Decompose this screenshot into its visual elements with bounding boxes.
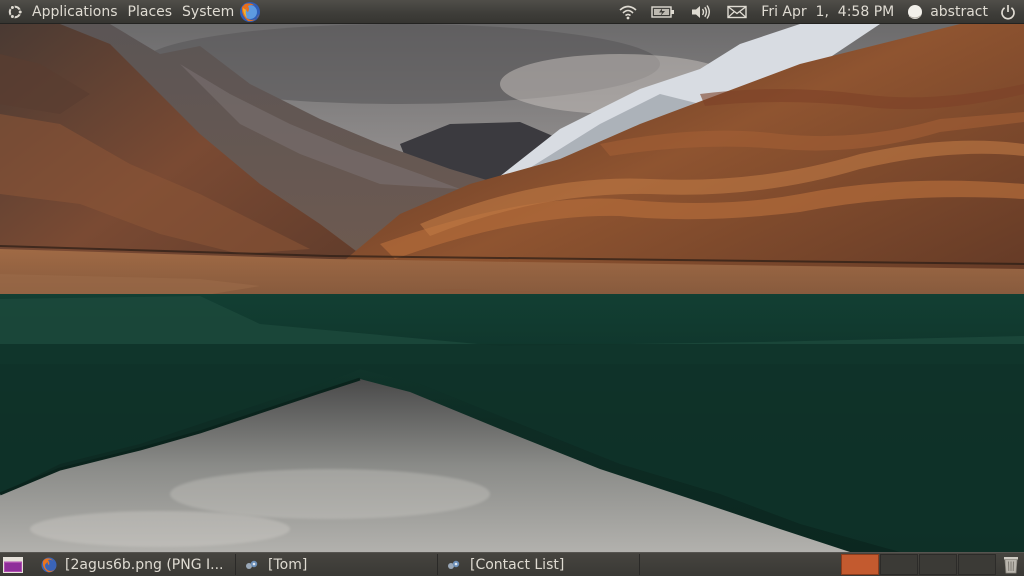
workspace-4[interactable] bbox=[958, 554, 996, 575]
messaging-indicator[interactable] bbox=[719, 0, 755, 24]
show-desktop-icon bbox=[3, 556, 23, 573]
applications-menu[interactable]: Applications bbox=[27, 0, 123, 24]
taskbar-item-contact-list[interactable]: [Contact List] bbox=[438, 554, 640, 575]
mail-icon bbox=[727, 5, 747, 19]
firefox-icon bbox=[41, 557, 57, 572]
show-desktop-button[interactable] bbox=[2, 554, 24, 575]
session-menu[interactable] bbox=[994, 0, 1024, 24]
clock[interactable]: Fri Apr 1, 4:58 PM bbox=[755, 0, 900, 24]
system-menu[interactable]: System bbox=[177, 0, 239, 24]
user-name: abstract bbox=[930, 4, 988, 20]
workspace-3[interactable] bbox=[919, 554, 957, 575]
bottom-panel: [2agus6b.png (PNG I... [Tom] [Contact Li… bbox=[0, 552, 1024, 576]
firefox-icon bbox=[240, 1, 261, 22]
wifi-icon bbox=[619, 5, 637, 20]
firefox-launcher[interactable] bbox=[239, 0, 261, 24]
workspace-2[interactable] bbox=[880, 554, 918, 575]
battery-icon bbox=[651, 6, 675, 18]
wallpaper-image bbox=[0, 24, 1024, 552]
main-menu: Applications Places System bbox=[0, 0, 261, 24]
wifi-indicator[interactable] bbox=[619, 0, 643, 24]
trash-button[interactable] bbox=[1000, 554, 1022, 575]
taskbar-item-label: [2agus6b.png (PNG I... bbox=[65, 556, 224, 573]
places-menu[interactable]: Places bbox=[123, 0, 178, 24]
workspace-1[interactable] bbox=[841, 554, 879, 575]
volume-icon bbox=[692, 5, 711, 19]
trash-icon bbox=[1004, 557, 1018, 574]
user-status-icon bbox=[908, 5, 923, 19]
ubuntu-logo-icon[interactable] bbox=[3, 0, 27, 24]
taskbar-item-tom[interactable]: [Tom] bbox=[236, 554, 438, 575]
taskbar-item-label: [Tom] bbox=[268, 556, 308, 573]
chat-icon bbox=[448, 560, 460, 569]
battery-indicator[interactable] bbox=[643, 0, 683, 24]
user-menu[interactable]: abstract bbox=[900, 0, 994, 24]
system-tray: Fri Apr 1, 4:58 PM abstract bbox=[619, 0, 1024, 24]
desktop[interactable] bbox=[0, 24, 1024, 552]
volume-indicator[interactable] bbox=[683, 0, 719, 24]
chat-icon bbox=[246, 560, 258, 569]
taskbar-item-label: [Contact List] bbox=[470, 556, 565, 573]
taskbar-item-firefox[interactable]: [2agus6b.png (PNG I... bbox=[33, 554, 236, 575]
top-panel: Applications Places System Fri Apr 1, 4:… bbox=[0, 0, 1024, 24]
power-icon bbox=[1001, 5, 1015, 20]
